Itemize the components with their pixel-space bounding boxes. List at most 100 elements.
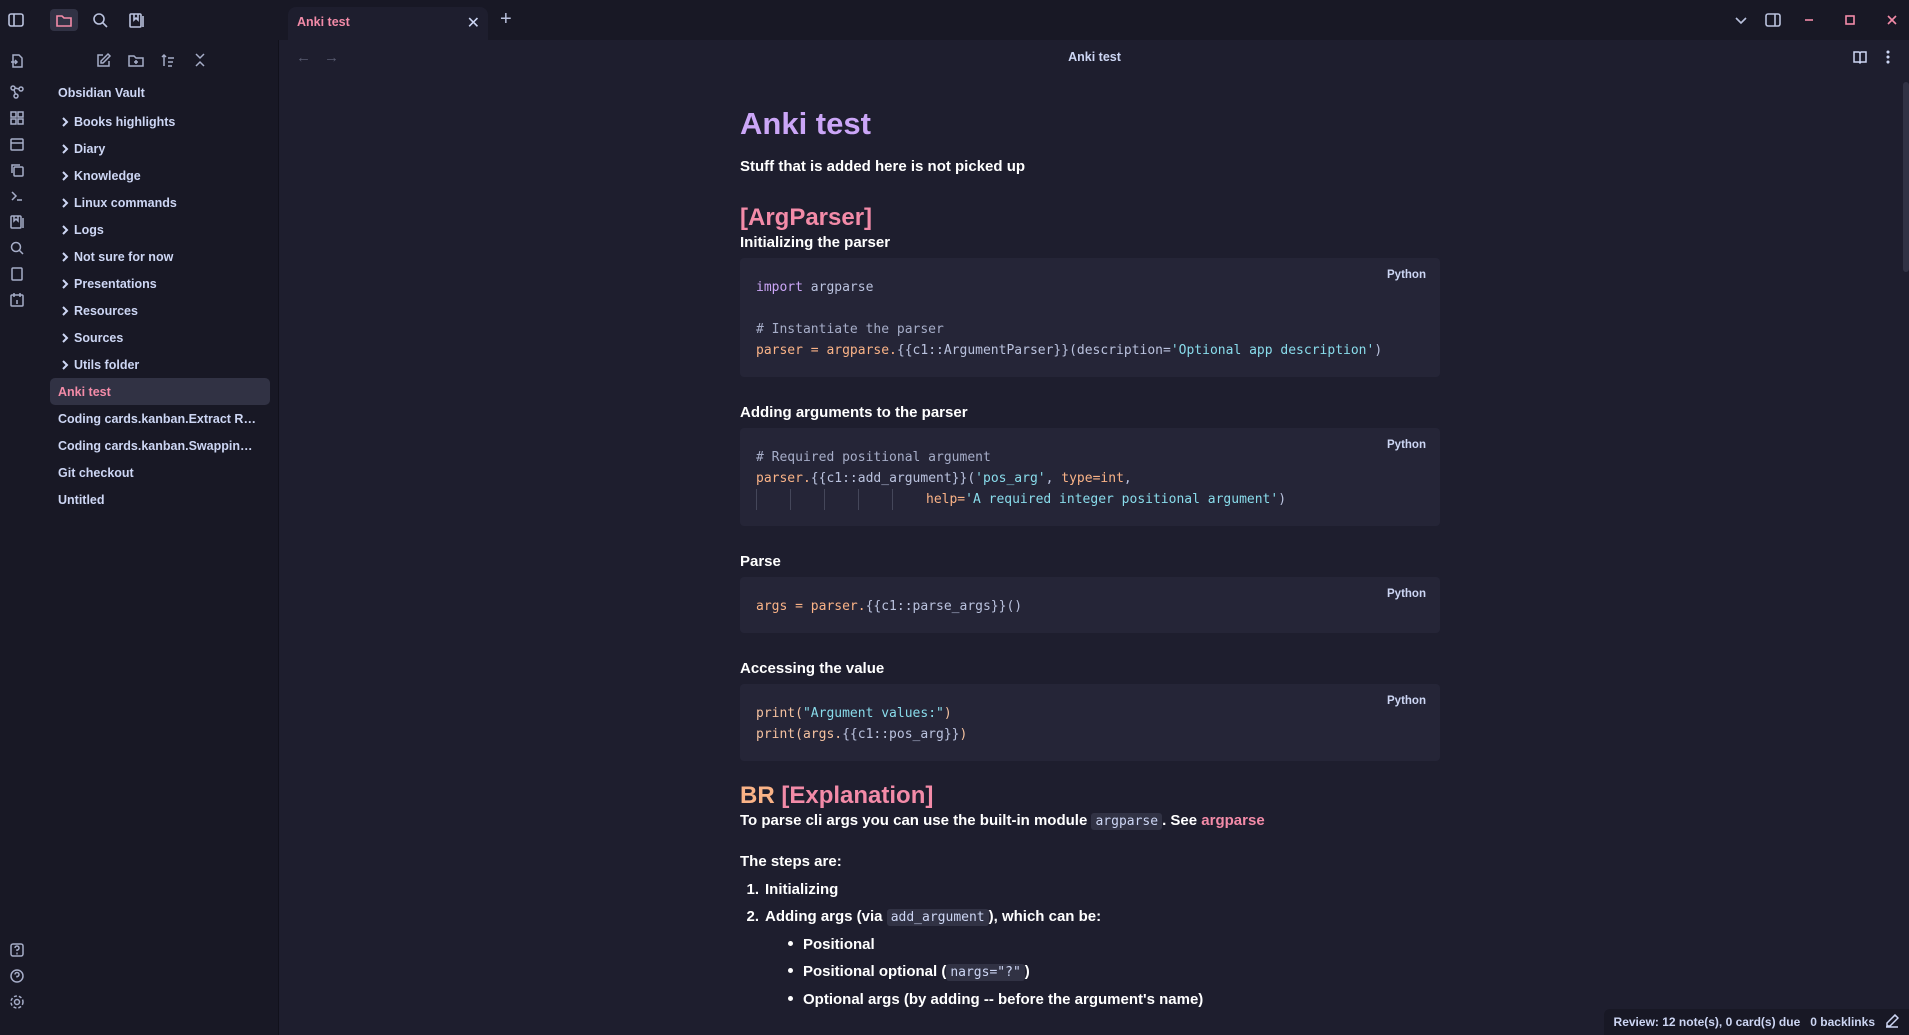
file-label: Coding cards.kanban.Swapping ... bbox=[58, 438, 258, 453]
folder-label: Resources bbox=[74, 303, 138, 318]
book-icon[interactable] bbox=[6, 263, 28, 285]
heading-explanation: BR [Explanation] bbox=[740, 782, 934, 809]
folder-item[interactable]: Books highlights bbox=[50, 108, 270, 135]
folder-item[interactable]: Diary bbox=[50, 135, 270, 162]
list-item: Positional bbox=[788, 931, 1440, 958]
folder-label: Not sure for now bbox=[74, 249, 174, 264]
copy-icon[interactable] bbox=[6, 159, 28, 181]
help-icon[interactable] bbox=[6, 965, 28, 987]
code-block[interactable]: Python # Required positional argument pa… bbox=[740, 428, 1440, 526]
new-tab-button[interactable]: + bbox=[500, 8, 512, 31]
file-tree: Books highlights Diary Knowledge Linux c… bbox=[50, 108, 270, 513]
edit-mode-icon[interactable] bbox=[1885, 1013, 1900, 1031]
sub-list: Positional Positional optional (nargs="?… bbox=[740, 931, 1440, 1013]
code-line: import argparse bbox=[756, 280, 874, 295]
close-icon[interactable] bbox=[1880, 9, 1904, 31]
chevron-right-icon bbox=[58, 116, 72, 127]
folder-item[interactable]: Knowledge bbox=[50, 162, 270, 189]
bullet-icon bbox=[788, 995, 793, 1001]
settings-icon[interactable] bbox=[6, 991, 28, 1013]
code-line: parser.{{c1::add_argument}}('pos_arg', t… bbox=[756, 471, 1132, 486]
terminal-icon[interactable] bbox=[6, 185, 28, 207]
tab-anki-test[interactable]: Anki test ✕ bbox=[288, 7, 488, 40]
search-icon[interactable] bbox=[88, 9, 112, 31]
file-item-active[interactable]: Anki test bbox=[50, 378, 270, 405]
file-item[interactable]: Git checkout bbox=[50, 459, 270, 486]
backlinks-count[interactable]: 0 backlinks bbox=[1810, 1015, 1875, 1029]
code-line: # Required positional argument bbox=[756, 450, 991, 465]
folder-label: Diary bbox=[74, 141, 106, 156]
search-icon[interactable] bbox=[6, 237, 28, 259]
list-item: 1. Initializing bbox=[746, 881, 839, 898]
graph-icon[interactable] bbox=[6, 81, 28, 103]
code-language: Python bbox=[1387, 695, 1426, 707]
reading-view-icon[interactable] bbox=[1852, 49, 1868, 70]
minimize-icon[interactable] bbox=[1797, 9, 1821, 31]
code-block[interactable]: Python import argparse # Instantiate the… bbox=[740, 258, 1440, 377]
chevron-down-icon[interactable] bbox=[1729, 9, 1753, 31]
steps-intro: The steps are: bbox=[740, 853, 842, 870]
inline-code: nargs="?" bbox=[946, 964, 1025, 981]
code-block[interactable]: Python args = parser.{{c1::parse_args}}(… bbox=[740, 577, 1440, 633]
chevron-right-icon bbox=[58, 170, 72, 181]
chevron-right-icon bbox=[58, 197, 72, 208]
new-folder-icon[interactable] bbox=[126, 50, 146, 70]
folder-item[interactable]: Linux commands bbox=[50, 189, 270, 216]
calendar-icon[interactable] bbox=[6, 133, 28, 155]
new-note-icon[interactable] bbox=[94, 50, 114, 70]
folder-item[interactable]: Resources bbox=[50, 297, 270, 324]
chevron-right-icon bbox=[58, 359, 72, 370]
more-options-icon[interactable] bbox=[1880, 49, 1896, 70]
review-status[interactable]: Review: 12 note(s), 0 card(s) due bbox=[1614, 1015, 1801, 1029]
chevron-right-icon bbox=[58, 332, 72, 343]
folder-item[interactable]: Utils folder bbox=[50, 351, 270, 378]
intro-text: Stuff that is added here is not picked u… bbox=[740, 158, 1026, 175]
scrollbar[interactable] bbox=[1903, 82, 1909, 272]
vault-name[interactable]: Obsidian Vault bbox=[58, 86, 145, 100]
folder-item[interactable]: Presentations bbox=[50, 270, 270, 297]
chevron-right-icon bbox=[58, 143, 72, 154]
folder-label: Books highlights bbox=[74, 114, 176, 129]
file-item[interactable]: Coding cards.kanban.Swapping ... bbox=[50, 432, 270, 459]
folder-label: Linux commands bbox=[74, 195, 177, 210]
folder-label: Presentations bbox=[74, 276, 157, 291]
code-block[interactable]: Python print("Argument values:") print(a… bbox=[740, 684, 1440, 761]
code-line: parser = argparse.{{c1::ArgumentParser}}… bbox=[756, 343, 1383, 358]
file-item[interactable]: Coding cards.kanban.Extract Ref... bbox=[50, 405, 270, 432]
argparse-link[interactable]: argparse bbox=[1201, 812, 1264, 829]
maximize-icon[interactable] bbox=[1838, 9, 1862, 31]
anki-icon[interactable] bbox=[6, 211, 28, 233]
bookmark-icon[interactable] bbox=[125, 9, 149, 31]
explanation-text: To parse cli args you can use the built-… bbox=[740, 812, 1265, 830]
code-line: args = parser.{{c1::parse_args}}() bbox=[756, 599, 1023, 614]
help-question-icon[interactable] bbox=[6, 939, 28, 961]
sort-icon[interactable] bbox=[158, 50, 178, 70]
section-label: Parse bbox=[740, 553, 781, 570]
sidebar-toggle-icon[interactable] bbox=[4, 9, 28, 31]
code-language: Python bbox=[1387, 269, 1426, 281]
status-bar: Review: 12 note(s), 0 card(s) due 0 back… bbox=[1603, 1009, 1909, 1035]
folder-item[interactable]: Sources bbox=[50, 324, 270, 351]
split-view-icon[interactable] bbox=[1761, 9, 1785, 31]
chevron-right-icon bbox=[58, 278, 72, 289]
folder-label: Logs bbox=[74, 222, 104, 237]
inline-code: add_argument bbox=[886, 909, 989, 926]
tab-close-button[interactable]: ✕ bbox=[467, 13, 480, 33]
folder-icon[interactable] bbox=[50, 9, 78, 31]
ribbon bbox=[0, 40, 34, 1035]
file-item[interactable]: Untitled bbox=[50, 486, 270, 513]
section-label: Adding arguments to the parser bbox=[740, 404, 968, 421]
code-line: print("Argument values:") bbox=[756, 706, 952, 721]
collapse-icon[interactable] bbox=[190, 50, 210, 70]
daily-note-icon[interactable] bbox=[6, 289, 28, 311]
code-language: Python bbox=[1387, 588, 1426, 600]
folder-label: Utils folder bbox=[74, 357, 140, 372]
view-title[interactable]: Anki test bbox=[280, 50, 1909, 64]
file-label: Coding cards.kanban.Extract Ref... bbox=[58, 411, 258, 426]
open-note-icon[interactable] bbox=[6, 50, 28, 72]
inline-code: argparse bbox=[1091, 813, 1163, 830]
canvas-icon[interactable] bbox=[6, 107, 28, 129]
list-item: Positional optional (nargs="?") bbox=[788, 958, 1440, 986]
folder-item[interactable]: Not sure for now bbox=[50, 243, 270, 270]
folder-item[interactable]: Logs bbox=[50, 216, 270, 243]
